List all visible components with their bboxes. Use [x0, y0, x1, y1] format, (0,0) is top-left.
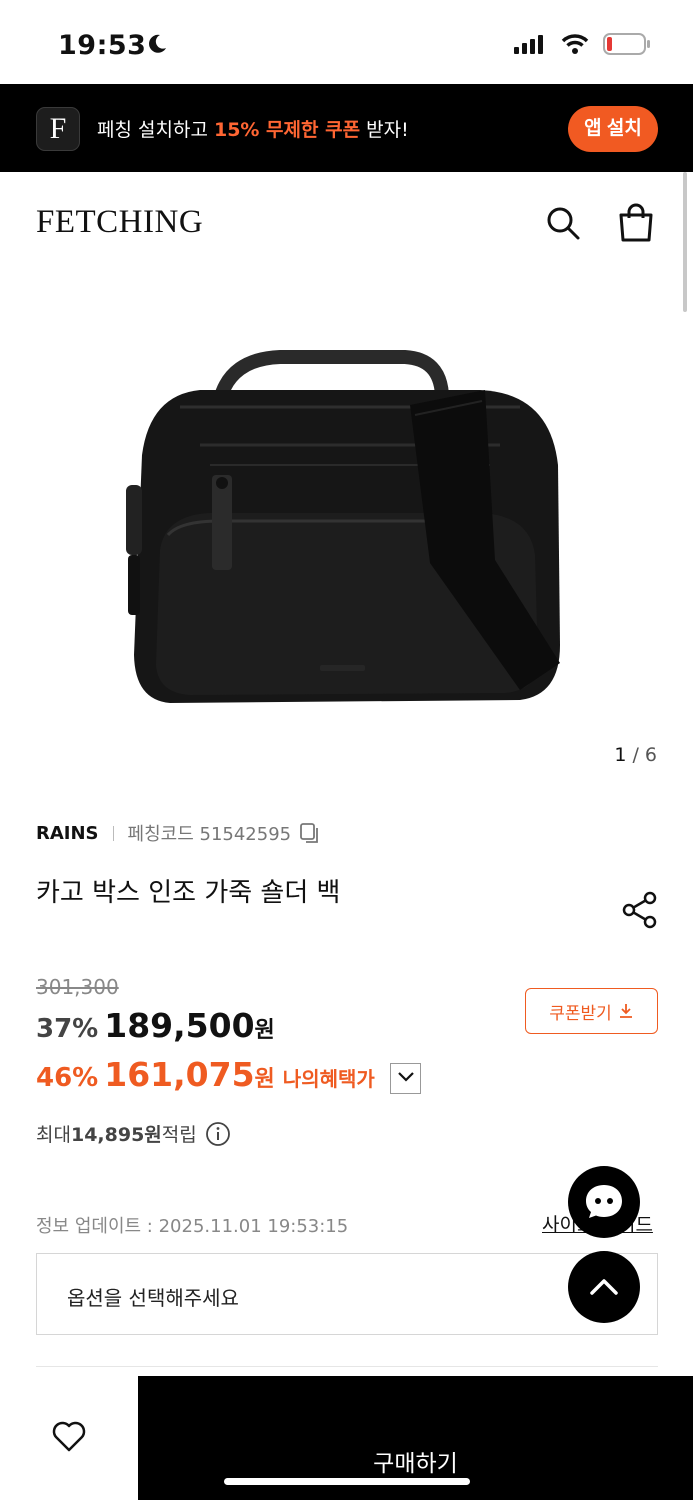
- benefit-percent: 46%: [36, 1063, 99, 1093]
- scrollbar[interactable]: [683, 172, 687, 312]
- status-bar: 19:53: [0, 0, 693, 84]
- promo-accent: 15% 무제한 쿠폰: [213, 119, 361, 141]
- currency: 원: [254, 1067, 275, 1092]
- coupon-download-button[interactable]: 쿠폰받기: [525, 988, 658, 1034]
- original-price: 301,300: [36, 975, 119, 999]
- product-code: 페칭코드 51542595: [127, 824, 292, 845]
- points-amount: 14,895원: [70, 1124, 162, 1146]
- chevron-up-icon: [590, 1279, 618, 1295]
- status-time: 19:53: [58, 30, 147, 61]
- scroll-top-button[interactable]: [568, 1251, 640, 1323]
- site-header: FETCHING: [0, 172, 693, 272]
- site-logo[interactable]: FETCHING: [36, 204, 203, 241]
- signal-icon: [514, 35, 543, 54]
- app-logo: F: [36, 107, 80, 151]
- option-placeholder: 옵션을 선택해주세요: [67, 1286, 239, 1310]
- app-install-banner: F 페칭 설치하고 15% 무제한 쿠폰 받자! 앱 설치: [0, 84, 693, 172]
- product-title: 카고 박스 인조 가죽 숄더 백: [36, 878, 341, 908]
- home-indicator: [224, 1478, 470, 1485]
- moon-icon: [149, 34, 166, 53]
- search-icon[interactable]: [545, 205, 581, 241]
- product-image[interactable]: [120, 345, 580, 725]
- promo-text: 페칭 설치하고 15% 무제한 쿠폰 받자!: [97, 119, 409, 141]
- currency: 원: [254, 1018, 275, 1043]
- share-icon[interactable]: [620, 890, 660, 930]
- benefit-price-row: 46% 161,075 원 나의혜택가: [36, 1055, 375, 1094]
- wifi-icon: [561, 34, 589, 54]
- chat-icon: [586, 1185, 622, 1218]
- update-timestamp: 정보 업데이트 : 2025.11.01 19:53:15: [36, 1216, 349, 1237]
- benefit-price: 161,075: [104, 1055, 255, 1094]
- benefit-expand-button[interactable]: [390, 1063, 421, 1094]
- sale-price-row: 37% 189,500 원: [36, 1006, 275, 1045]
- download-icon: [619, 1004, 632, 1018]
- app-install-button[interactable]: 앱 설치: [568, 106, 658, 152]
- points-info: 최대 14,895원 적립: [36, 1120, 231, 1147]
- image-counter: 1 / 6: [614, 744, 657, 766]
- copy-icon[interactable]: [299, 822, 321, 844]
- brand-name[interactable]: RAINS: [36, 823, 99, 844]
- option-select[interactable]: 옵션을 선택해주세요: [36, 1253, 658, 1335]
- sale-price: 189,500: [104, 1006, 255, 1045]
- chat-button[interactable]: [568, 1166, 640, 1238]
- info-icon[interactable]: [205, 1121, 231, 1147]
- section-divider: [36, 1366, 658, 1367]
- status-icons: [513, 32, 651, 56]
- chevron-down-icon: [397, 1072, 414, 1082]
- brand-row: RAINS 페칭코드 51542595: [36, 820, 321, 846]
- battery-icon: [603, 33, 650, 55]
- divider: [112, 825, 114, 841]
- wishlist-button[interactable]: [0, 1376, 138, 1500]
- heart-icon: [52, 1421, 86, 1452]
- shopping-bag-icon[interactable]: [617, 203, 655, 243]
- discount-percent: 37%: [36, 1014, 99, 1044]
- benefit-label: 나의혜택가: [282, 1067, 375, 1091]
